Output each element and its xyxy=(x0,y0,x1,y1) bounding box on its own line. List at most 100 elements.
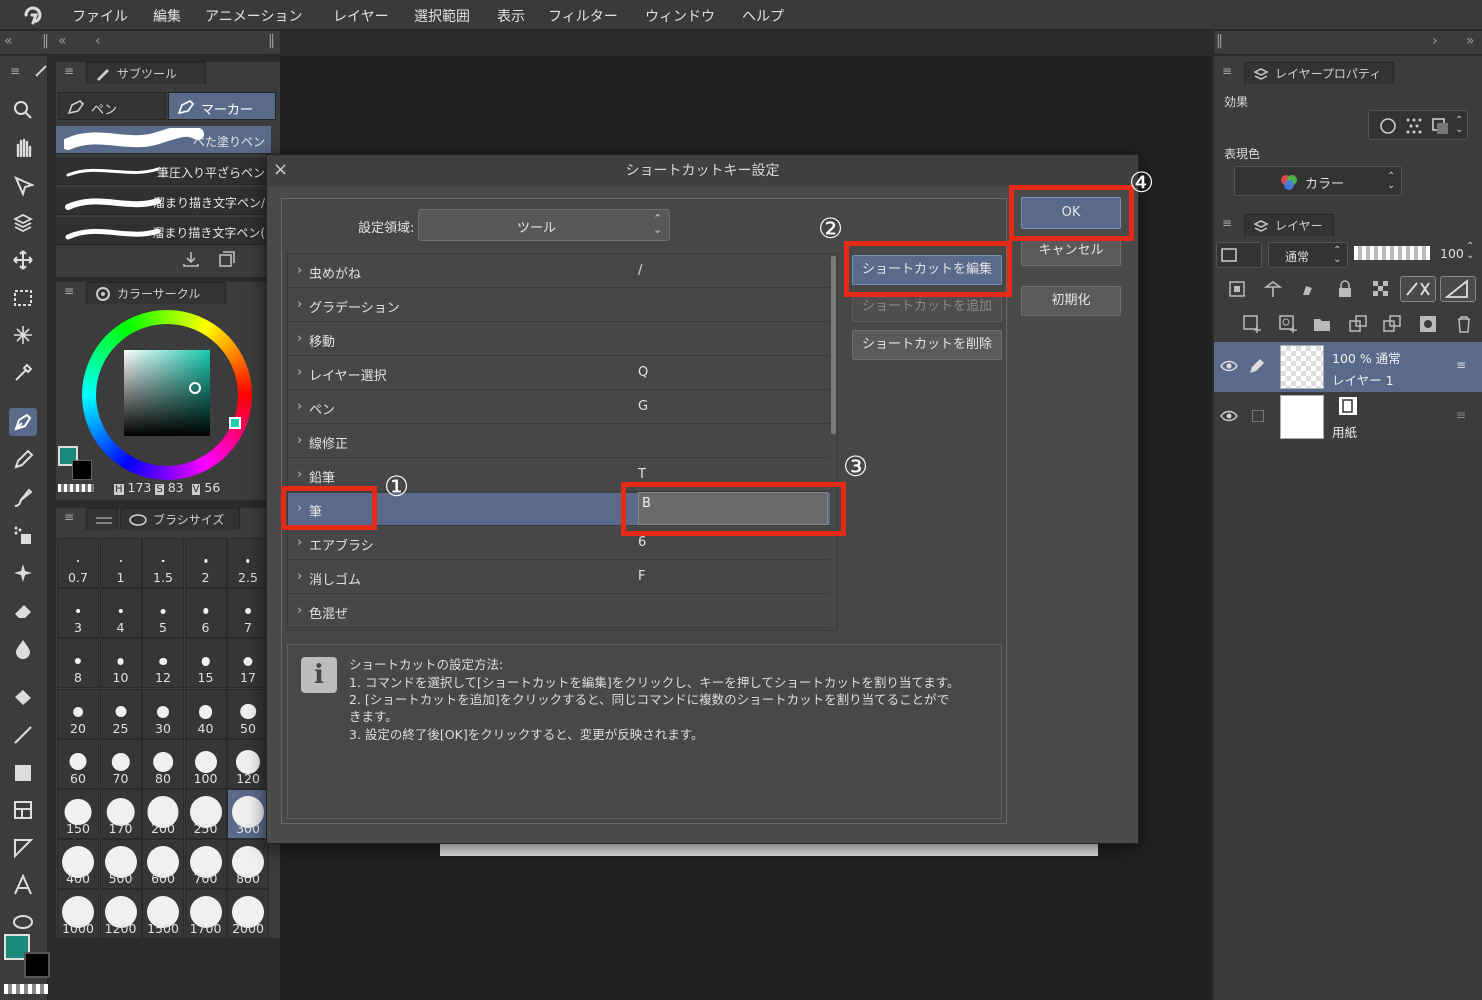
brush-size-cell[interactable]: 2 xyxy=(184,538,227,588)
lock-icon[interactable] xyxy=(1336,280,1354,298)
menu-layer[interactable]: レイヤー xyxy=(333,6,389,26)
reset-button[interactable]: 初期化 xyxy=(1021,286,1121,316)
menu-animation[interactable]: アニメーション xyxy=(205,6,302,26)
brush-size-cell[interactable]: 700 xyxy=(184,839,227,890)
brush-size-cell[interactable]: 200 xyxy=(142,789,184,839)
list-scrollbar[interactable] xyxy=(831,256,836,434)
brush-size-cell[interactable]: 600 xyxy=(142,839,184,890)
brush-item[interactable]: 筆圧入り平ざらペン xyxy=(56,157,271,185)
setting-area-select[interactable]: ツール ⌃ ⌄ xyxy=(418,209,670,241)
brush-size-cell[interactable]: 100 xyxy=(184,738,227,789)
brush-size-cell[interactable]: 70 xyxy=(99,738,142,789)
draft-layer-icon[interactable] xyxy=(1300,280,1318,298)
expand-icon[interactable]: ⌃ ⌄ xyxy=(1455,116,1463,135)
menu-icon[interactable]: ≡ xyxy=(1222,64,1232,78)
pencil-tool-icon[interactable] xyxy=(9,446,37,474)
layer-row[interactable]: 100 % 通常 レイヤー 1 ≡ xyxy=(1214,342,1482,392)
blend-tool-icon[interactable] xyxy=(9,634,37,662)
delete-layer-icon[interactable] xyxy=(1454,314,1474,334)
line-tool-icon[interactable] xyxy=(9,721,37,749)
visibility-eye-icon[interactable] xyxy=(1220,360,1238,372)
brush-size-cell[interactable]: 12 xyxy=(142,638,184,689)
delete-shortcut-button[interactable]: ショートカットを削除 xyxy=(852,330,1002,360)
layer-mask-icon[interactable] xyxy=(1418,314,1438,334)
expand-chevron-icon[interactable]: › xyxy=(297,331,302,346)
command-row[interactable]: › レイヤー選択 Q xyxy=(288,357,830,390)
command-row[interactable]: › 線修正 xyxy=(288,425,830,458)
brush-size-cell[interactable]: 17 xyxy=(227,638,269,689)
expand-chevron-icon[interactable]: › xyxy=(297,535,302,550)
pen-tool-icon[interactable] xyxy=(9,408,37,436)
subtool-group-marker[interactable]: マーカー xyxy=(168,92,276,120)
brush-size-cell[interactable]: 1500 xyxy=(142,889,184,940)
layer-select-tool-icon[interactable] xyxy=(9,208,37,236)
brush-size-cell[interactable]: 500 xyxy=(99,839,142,890)
expand-chevron-icon[interactable]: › xyxy=(297,569,302,584)
border-effect-icon[interactable] xyxy=(1379,117,1397,135)
brush-size-cell[interactable]: 1200 xyxy=(99,889,142,940)
ruler-tool-icon[interactable] xyxy=(9,834,37,862)
brush-size-cell[interactable]: 150 xyxy=(57,789,99,839)
menu-edit[interactable]: 編集 xyxy=(153,6,181,26)
color-picker-cursor[interactable] xyxy=(189,382,201,394)
lock-transparency-icon[interactable] xyxy=(1372,280,1390,298)
menu-icon[interactable]: ≡ xyxy=(1222,216,1232,230)
expand-chevron-icon[interactable]: › xyxy=(297,399,302,414)
brush-size-cell[interactable]: 4 xyxy=(99,588,142,639)
menu-filter[interactable]: フィルター xyxy=(548,6,618,26)
new-raster-layer-icon[interactable] xyxy=(1242,314,1262,334)
sub-color-swatch[interactable] xyxy=(24,952,50,978)
brush-size-cell[interactable]: 250 xyxy=(184,789,227,839)
brush-size-cell[interactable]: 3 xyxy=(57,588,99,639)
brush-size-cell[interactable]: 0.7 xyxy=(57,538,99,588)
object-tool-icon[interactable] xyxy=(9,171,37,199)
dock-grip-icon[interactable]: ‖ xyxy=(268,33,275,49)
brush-size-cell[interactable]: 400 xyxy=(57,839,99,890)
hue-cursor[interactable] xyxy=(229,417,241,429)
layer-menu-icon[interactable]: ≡ xyxy=(1456,408,1466,422)
brush-size-cell[interactable]: 300 xyxy=(227,789,269,839)
opacity-value[interactable]: 100 xyxy=(1440,246,1464,261)
visibility-eye-icon[interactable] xyxy=(1220,410,1238,422)
menu-icon[interactable]: ≡ xyxy=(64,284,74,298)
menu-selection[interactable]: 選択範囲 xyxy=(414,6,470,26)
opacity-stepper-icon[interactable]: ⌃ ⌄ xyxy=(1466,242,1474,261)
brush-item[interactable]: べた塗りペン xyxy=(56,126,271,154)
brush-size-cell[interactable]: 30 xyxy=(142,688,184,739)
merge-layer-icon[interactable] xyxy=(1382,314,1402,334)
brush-size-cell[interactable]: 25 xyxy=(99,688,142,739)
layer-tab[interactable]: レイヤー xyxy=(1244,214,1334,236)
brush-size-cell[interactable]: 1.5 xyxy=(142,538,184,588)
expand-chevron-icon[interactable]: › xyxy=(297,467,302,482)
command-row[interactable]: › 移動 xyxy=(288,323,830,356)
magic-wand-tool-icon[interactable] xyxy=(9,321,37,349)
layer-property-tab[interactable]: レイヤープロパティ xyxy=(1244,62,1394,84)
brush-size-cell[interactable]: 40 xyxy=(184,688,227,739)
balloon-tool-icon[interactable] xyxy=(9,908,37,936)
menu-window[interactable]: ウィンドウ xyxy=(645,6,715,26)
brush-size-cell[interactable]: 20 xyxy=(57,688,99,739)
menu-help[interactable]: ヘルプ xyxy=(742,6,784,26)
dock-grip-icon[interactable]: ‖ xyxy=(42,33,49,49)
expand-chevron-icon[interactable]: › xyxy=(297,603,302,618)
sub-color-small-swatch[interactable] xyxy=(72,460,92,480)
command-row[interactable]: › ペン G xyxy=(288,391,830,424)
selection-tool-icon[interactable] xyxy=(9,284,37,312)
app-logo-icon[interactable] xyxy=(22,4,44,26)
close-icon[interactable]: × xyxy=(273,159,288,180)
menu-icon[interactable]: ≡ xyxy=(64,64,74,78)
command-row[interactable]: › 虫めがね / xyxy=(288,255,830,288)
new-vector-layer-icon[interactable] xyxy=(1278,314,1298,334)
brush-size-cell[interactable]: 7 xyxy=(227,588,269,639)
brush-size-cell[interactable]: 10 xyxy=(99,638,142,689)
tool-property-tab[interactable] xyxy=(86,508,118,530)
command-row[interactable]: › 消しゴム F xyxy=(288,561,830,594)
layer-color-effect-icon[interactable] xyxy=(1431,117,1449,135)
menu-icon[interactable]: ≡ xyxy=(10,64,20,78)
clip-icon[interactable] xyxy=(1228,280,1246,298)
chevron-left-icon[interactable]: ‹ xyxy=(95,33,101,49)
brush-size-cell[interactable]: 80 xyxy=(142,738,184,789)
tone-effect-icon[interactable] xyxy=(1405,117,1423,135)
command-row[interactable]: › 色混ぜ xyxy=(288,595,830,628)
brush-size-cell[interactable]: 800 xyxy=(227,839,269,890)
